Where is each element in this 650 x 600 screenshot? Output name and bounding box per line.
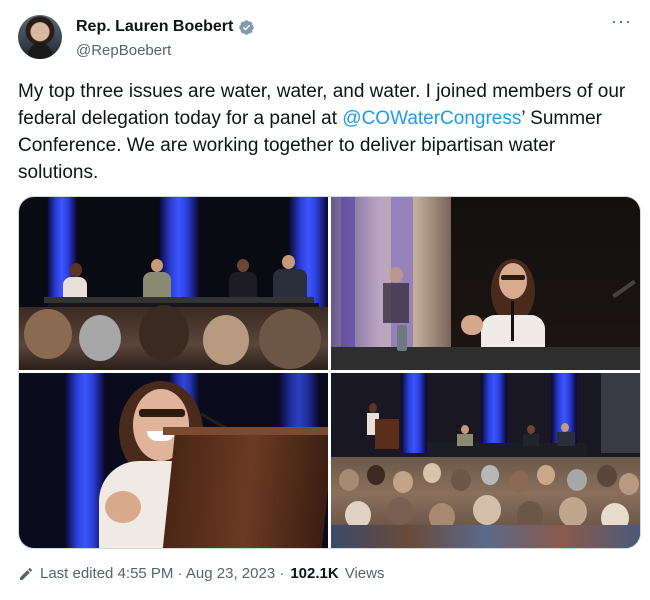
pencil-icon [20,567,33,580]
more-icon[interactable]: ··· [611,12,632,30]
tweet-footer: Last edited 4:55 PM · Aug 23, 2023 · 102… [18,565,384,582]
edited-timestamp[interactable]: Last edited 4:55 PM · Aug 23, 2023 · [40,565,284,582]
avatar[interactable] [18,15,62,59]
mention-link[interactable]: @COWaterCongress [342,108,521,129]
podium-speaker-photo[interactable] [19,373,328,548]
audience-wide-photo[interactable] [331,373,640,548]
panel-stage-photo[interactable] [19,197,328,370]
verified-badge-icon [239,19,255,35]
speaker-closeup-photo[interactable] [331,197,640,370]
views-label: Views [344,565,385,582]
tweet-text: My top three issues are water, water, an… [18,78,633,186]
author-name-row: Rep. Lauren Boebert [76,18,255,36]
author-name[interactable]: Rep. Lauren Boebert [76,18,233,36]
views-count: 102.1K [290,565,339,582]
media-grid [18,196,641,549]
author-handle[interactable]: @RepBoebert [76,42,171,59]
